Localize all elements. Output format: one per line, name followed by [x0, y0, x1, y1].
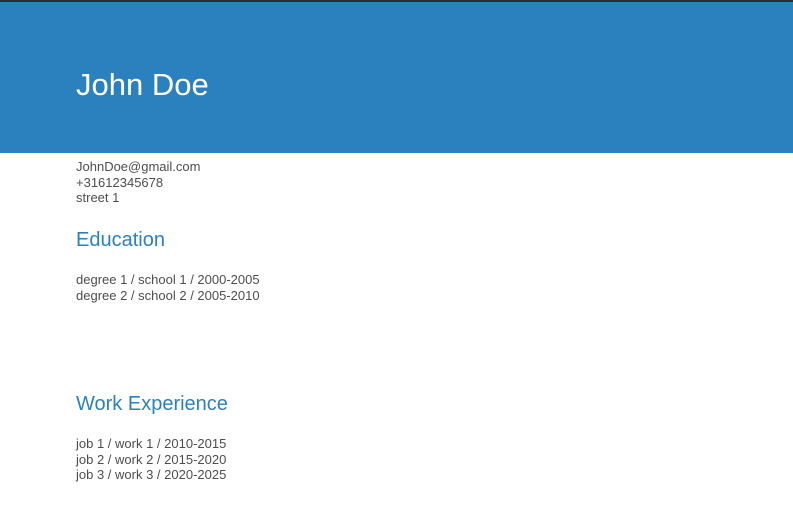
work-experience-list: job 1 / work 1 / 2010-2015 job 2 / work …	[76, 436, 226, 483]
work-experience-heading: Work Experience	[76, 393, 228, 415]
education-entry: degree 2 / school 2 / 2005-2010	[76, 287, 260, 303]
contact-info: JohnDoe@gmail.com +31612345678 street 1	[76, 159, 200, 206]
work-entry: job 1 / work 1 / 2010-2015	[76, 436, 227, 451]
education-entry: degree 1 / school 1 / 2000-2005	[76, 272, 260, 287]
education-list: degree 1 / school 1 / 2000-2005 degree 2…	[76, 272, 260, 303]
person-name: John Doe	[76, 67, 209, 102]
education-heading: Education	[76, 229, 165, 251]
work-entry: job 3 / work 3 / 2020-2025	[76, 467, 227, 482]
contact-phone: +31612345678	[76, 174, 164, 190]
work-entry: job 2 / work 2 / 2015-2020	[76, 451, 227, 467]
contact-email: JohnDoe@gmail.com	[76, 159, 201, 174]
resume-header: John Doe	[0, 2, 793, 153]
contact-address: street 1	[76, 190, 120, 205]
